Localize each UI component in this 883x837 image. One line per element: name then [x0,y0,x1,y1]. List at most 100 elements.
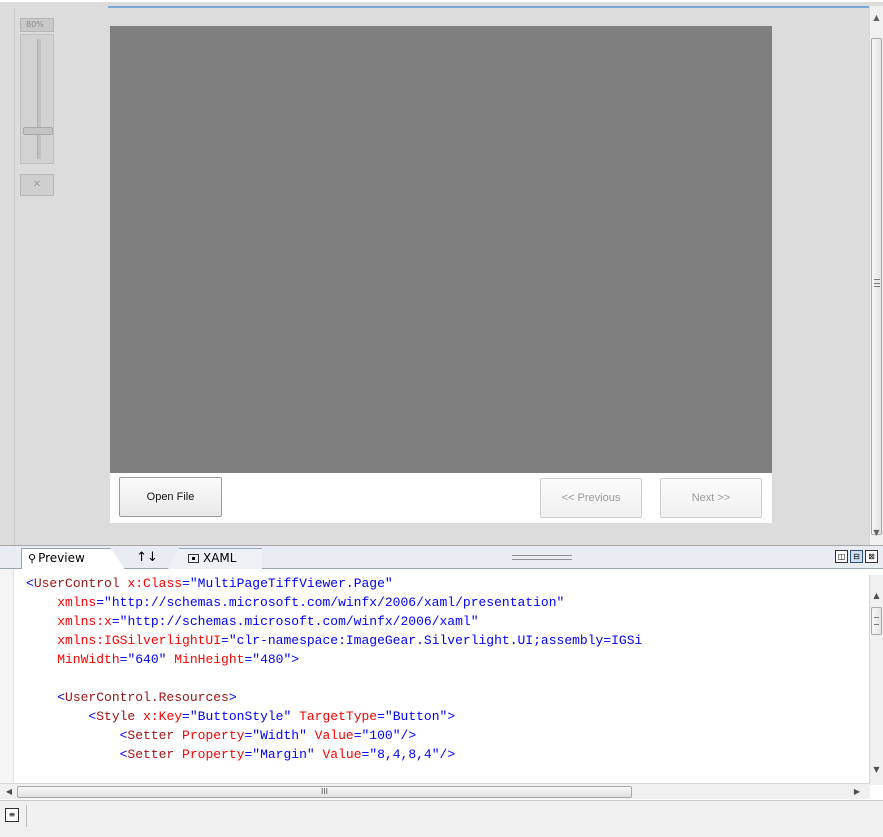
zoom-label: 80% [20,18,54,32]
next-button[interactable]: Next >> [660,478,762,518]
open-file-button[interactable]: Open File [119,477,222,517]
code-line[interactable]: <Setter Property="Margin" Value="8,4,8,4… [26,745,871,764]
design-vertical-scrollbar[interactable]: ▲ ▼ [869,6,883,545]
code-token: xmlns:x [26,614,112,629]
code-token: TargetType [291,709,378,724]
top-accent-line [108,6,880,8]
xaml-file-icon: ▪ [188,554,199,563]
swap-panes-icon: ↑↓ [136,550,158,565]
code-line[interactable]: MinWidth="640" MinHeight="480"> [26,650,871,669]
code-line[interactable]: <Style x:Key="ButtonStyle" TargetType="B… [26,707,871,726]
editor-horizontal-scrollbar[interactable]: ◀ III ▶ [0,783,870,799]
code-token: "100" [361,728,401,743]
code-token: Property [174,747,245,762]
tab-xaml[interactable]: ▪ XAML [168,548,262,569]
pane-splitter-grip[interactable] [512,555,572,560]
code-token: = [182,576,190,591]
code-token: = [353,728,362,743]
button-bar: Open File << Previous Next >> [110,473,772,523]
collapse-pane-icon: ⊠ [868,552,875,561]
code-token: xmlns [26,595,97,610]
editor-scroll-thumb[interactable] [871,607,882,635]
code-line[interactable]: <UserControl.Resources> [26,688,871,707]
tab-preview-label: Preview [38,551,85,565]
editor-vertical-scrollbar[interactable]: ▲ ▼ [869,575,883,785]
tab-preview[interactable]: ⚲ Preview [21,548,125,569]
editor-scroll-up-icon[interactable]: ▲ [870,589,883,603]
code-token: Value [306,728,354,743]
code-token: UserControl [33,576,120,591]
swap-panes-button[interactable]: ↑↓ [134,549,160,567]
zoom-slider-thumb[interactable] [23,127,53,135]
tab-xaml-label: XAML [203,551,237,565]
vertical-split-icon: ◫ [837,552,846,561]
code-token: "http://schemas.microsoft.com/winfx/2006… [119,614,479,629]
code-token: < [26,690,66,705]
code-token: MinHeight [166,652,245,667]
code-token: Style [96,709,136,724]
code-line[interactable]: xmlns:x="http://schemas.microsoft.com/wi… [26,612,871,631]
code-token: "clr-namespace:ImageGear.Silverlight.UI;… [228,633,643,648]
code-token: = [111,614,120,629]
code-token: UserControl.Resources [65,690,229,705]
code-token: < [26,728,128,743]
ruler-divider [14,8,15,547]
scroll-up-arrow-icon[interactable]: ▲ [870,10,883,26]
code-token: = [96,595,105,610]
view-tab-strip: ⚲ Preview ↑↓ ▪ XAML ◫ ⊟ ⊠ [0,545,883,569]
code-token: > [291,652,300,667]
code-token: = [377,709,385,724]
code-token: "Button" [384,709,448,724]
zoom-panel: 80% ✕ [18,16,56,196]
code-token: "8,4,8,4" [369,747,440,762]
code-token: "Width" [252,728,307,743]
fit-to-window-button[interactable]: ✕ [20,174,54,196]
code-token: /> [439,747,456,762]
code-token: > [447,709,456,724]
collapse-pane-button[interactable]: ⊠ [865,550,878,563]
document-outline-icon[interactable]: ≡ [5,808,19,822]
scroll-down-arrow-icon[interactable]: ▼ [870,525,883,541]
code-token: MinWidth [26,652,120,667]
code-token: = [182,709,190,724]
editor-scroll-down-icon[interactable]: ▼ [870,763,883,777]
design-scroll-thumb[interactable] [871,38,882,535]
code-line[interactable] [26,669,871,688]
code-token: x:Key [135,709,183,724]
code-token: "MultiPageTiffViewer.Page" [189,576,393,591]
status-divider [26,805,27,827]
code-line[interactable]: xmlns:IGSilverlightUI="clr-namespace:Ima… [26,631,871,650]
editor-gutter [0,569,14,783]
code-line[interactable]: <Setter Property="Width" Value="100"/> [26,726,871,745]
code-token: = [221,633,229,648]
scroll-right-arrow-icon[interactable]: ▶ [850,784,864,800]
code-line[interactable]: <UserControl x:Class="MultiPageTiffViewe… [26,574,871,593]
horizontal-split-button[interactable]: ⊟ [850,550,863,563]
code-token: xmlns:IGSilverlightUI [26,633,222,648]
horizontal-scroll-thumb[interactable]: III [17,786,632,798]
code-token: "Margin" [252,747,315,762]
scroll-grip-label: III [320,787,329,796]
vertical-split-button[interactable]: ◫ [835,550,848,563]
code-token: < [26,709,97,724]
code-line[interactable]: xmlns="http://schemas.microsoft.com/winf… [26,593,871,612]
code-token: Setter [127,728,175,743]
code-token: x:Class [119,576,183,591]
image-viewer-canvas[interactable] [110,26,772,473]
previous-button[interactable]: << Previous [540,478,642,518]
code-token: "ButtonStyle" [189,709,292,724]
status-bar: ≡ [0,800,883,837]
code-token: Property [174,728,245,743]
design-view-icon: ⚲ [28,552,37,565]
xaml-code-editor[interactable]: <UserControl x:Class="MultiPageTiffViewe… [0,569,883,783]
design-surface: 80% ✕ Open File << Previous Next >> [0,0,883,547]
scroll-grip-icon [874,279,880,287]
zoom-slider[interactable] [20,34,54,164]
scroll-left-arrow-icon[interactable]: ◀ [2,784,16,800]
horizontal-split-icon: ⊟ [853,552,860,561]
fit-to-window-icon: ✕ [32,179,42,190]
code-token: "http://schemas.microsoft.com/winfx/2006… [104,595,565,610]
code-token: < [26,747,128,762]
code-text-area[interactable]: <UserControl x:Class="MultiPageTiffViewe… [26,574,871,783]
code-token: < [26,576,34,591]
